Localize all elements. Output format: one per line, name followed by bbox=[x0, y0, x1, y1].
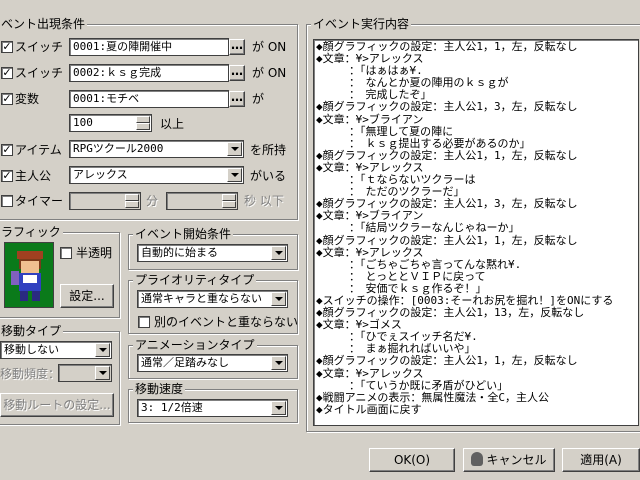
variable-checkbox[interactable]: ✓ bbox=[1, 93, 13, 105]
event-command-line[interactable]: ：「無理して夏の陣に bbox=[316, 125, 638, 138]
movement-route-button[interactable]: 移動ルートの設定... bbox=[0, 393, 114, 417]
apply-button[interactable]: 適用(A) bbox=[562, 448, 640, 472]
overlap-label: 別のイベントと重ならない bbox=[154, 315, 299, 329]
movement-type-select[interactable]: 移動しない bbox=[0, 341, 112, 359]
event-command-line[interactable]: ◆顔グラフィックの設定：主人公1，1，左，反転なし bbox=[316, 234, 638, 247]
actor-dropdown-arrow-icon[interactable] bbox=[227, 168, 242, 182]
trigger-dropdown-arrow-icon[interactable] bbox=[271, 246, 286, 260]
variable-suffix: が bbox=[252, 92, 265, 106]
event-command-list[interactable]: ◆顔グラフィックの設定：主人公1，1，左，反転なし ◆文章：¥>アレックス ：「は… bbox=[313, 39, 639, 426]
animation-title: アニメーションタイプ bbox=[133, 338, 257, 352]
apply-button-label: 適用(A) bbox=[580, 453, 622, 467]
cancel-button[interactable]: キャンセル bbox=[463, 448, 555, 472]
switch2-browse-button[interactable]: … bbox=[229, 65, 245, 81]
event-command-line[interactable]: ：「ごちゃごちゃ言ってんな黙れ¥. bbox=[316, 258, 638, 271]
animation-select[interactable]: 通常／足踏みなし bbox=[137, 354, 288, 372]
variable-spinner-icon[interactable] bbox=[136, 116, 150, 130]
switch2-field[interactable]: 0002:ｋｓｇ完成 bbox=[69, 64, 229, 82]
timer-seconds-spinner-icon[interactable] bbox=[222, 194, 236, 208]
movement-frequency-label: 移動頻度： bbox=[0, 367, 61, 381]
event-command-line[interactable]: ◆文章：¥>アレックス bbox=[316, 367, 638, 380]
trigger-select-value: 自動的に始まる bbox=[141, 246, 218, 259]
movement-frequency-select[interactable] bbox=[58, 364, 112, 382]
actor-label: 主人公 bbox=[15, 169, 52, 183]
timer-seconds-input[interactable] bbox=[166, 192, 238, 210]
item-select[interactable]: RPGツクール2000 bbox=[69, 140, 244, 158]
switch2-suffix: が ON bbox=[252, 66, 287, 80]
actor-suffix: がいる bbox=[250, 169, 287, 183]
animation-dropdown-arrow-icon[interactable] bbox=[271, 356, 286, 370]
event-content-title: イベント実行内容 bbox=[311, 17, 412, 31]
actor-select[interactable]: アレックス bbox=[69, 166, 244, 184]
timer-checkbox[interactable] bbox=[1, 195, 13, 207]
priority-dropdown-arrow-icon[interactable] bbox=[271, 292, 286, 306]
item-dropdown-arrow-icon[interactable] bbox=[227, 142, 242, 156]
priority-select-value: 通常キャラと重ならない bbox=[141, 292, 262, 305]
switch1-label: スイッチ bbox=[15, 40, 64, 54]
item-select-value: RPGツクール2000 bbox=[73, 142, 164, 155]
event-command-line[interactable]: ：「ていうか既に矛盾がひどい」 bbox=[316, 379, 638, 392]
timer-minutes-spinner-icon[interactable] bbox=[125, 194, 139, 208]
item-suffix: を所持 bbox=[250, 143, 287, 157]
event-command-line[interactable]: ◆戦闘アニメの表示：無属性魔法・全C，主人公 bbox=[316, 391, 638, 404]
speed-select[interactable]: 3: 1/2倍速 bbox=[137, 399, 288, 417]
character-sprite-icon bbox=[11, 251, 43, 301]
priority-title: プライオリティタイプ bbox=[133, 273, 257, 287]
event-command-line[interactable]: ◆文章：¥>ブライアン bbox=[316, 113, 638, 126]
speed-select-value: 3: 1/2倍速 bbox=[141, 401, 203, 414]
speed-dropdown-arrow-icon[interactable] bbox=[271, 401, 286, 415]
priority-select[interactable]: 通常キャラと重ならない bbox=[137, 290, 288, 308]
speed-title: 移動速度 bbox=[133, 382, 186, 396]
movement-frequency-dropdown-arrow-icon[interactable] bbox=[95, 366, 110, 380]
transparent-checkbox[interactable] bbox=[60, 247, 72, 259]
switch2-checkbox[interactable]: ✓ bbox=[1, 67, 13, 79]
event-command-line[interactable]: ◆文章：¥>アレックス bbox=[316, 246, 638, 259]
switch1-browse-button[interactable]: … bbox=[229, 39, 245, 55]
cancel-button-label: キャンセル bbox=[486, 453, 547, 467]
variable-number-suffix: 以上 bbox=[160, 117, 185, 131]
variable-browse-button[interactable]: … bbox=[229, 91, 245, 107]
variable-field[interactable]: 0001:モチベ bbox=[69, 90, 229, 108]
switch2-label: スイッチ bbox=[15, 66, 64, 80]
actor-select-value: アレックス bbox=[73, 168, 128, 181]
overlap-checkbox[interactable] bbox=[138, 316, 150, 328]
event-command-line[interactable]: ◆タイトル画面に戻す bbox=[316, 403, 638, 416]
ok-button[interactable]: OK(O) bbox=[369, 448, 455, 472]
switch1-suffix: が ON bbox=[252, 40, 287, 54]
movement-type-dropdown-arrow-icon[interactable] bbox=[95, 343, 110, 357]
switch1-field[interactable]: 0001:夏の陣開催中 bbox=[69, 38, 229, 56]
event-command-line[interactable]: ◆顔グラフィックの設定：主人公1，1，左，反転なし bbox=[316, 355, 638, 367]
actor-checkbox[interactable]: ✓ bbox=[1, 170, 13, 182]
timer-sec-suffix: 秒 以下 bbox=[244, 194, 284, 208]
trigger-title: イベント開始条件 bbox=[133, 227, 234, 241]
timer-min-suffix: 分 bbox=[146, 194, 159, 208]
variable-label: 変数 bbox=[15, 92, 40, 106]
face-icon bbox=[471, 452, 484, 466]
ok-button-label: OK(O) bbox=[393, 453, 431, 467]
item-label: アイテム bbox=[15, 143, 62, 157]
trigger-select[interactable]: 自動的に始まる bbox=[137, 244, 288, 262]
switch1-checkbox[interactable]: ✓ bbox=[1, 41, 13, 53]
animation-select-value: 通常／足踏みなし bbox=[141, 356, 229, 369]
movement-type-value: 移動しない bbox=[4, 343, 59, 356]
timer-label: タイマー bbox=[15, 194, 64, 208]
conditions-title: ベント出現条件 bbox=[0, 17, 88, 31]
event-command-line[interactable]: ：「結局ツクラーなんじゃねーか」 bbox=[316, 222, 638, 234]
graphic-settings-button[interactable]: 設定... bbox=[60, 284, 114, 308]
event-command-line[interactable]: ◆顔グラフィックの設定：主人公1，3，左，反転なし bbox=[316, 101, 638, 113]
event-sprite-preview[interactable] bbox=[4, 242, 54, 308]
transparent-label: 半透明 bbox=[76, 246, 113, 260]
timer-minutes-input[interactable] bbox=[69, 192, 141, 210]
graphic-title: ラフィック bbox=[0, 225, 63, 239]
variable-number-value: 100 bbox=[73, 116, 93, 129]
item-checkbox[interactable]: ✓ bbox=[1, 144, 13, 156]
movement-title: 移動タイプ bbox=[0, 324, 64, 338]
variable-number-input[interactable]: 100 bbox=[69, 114, 152, 132]
